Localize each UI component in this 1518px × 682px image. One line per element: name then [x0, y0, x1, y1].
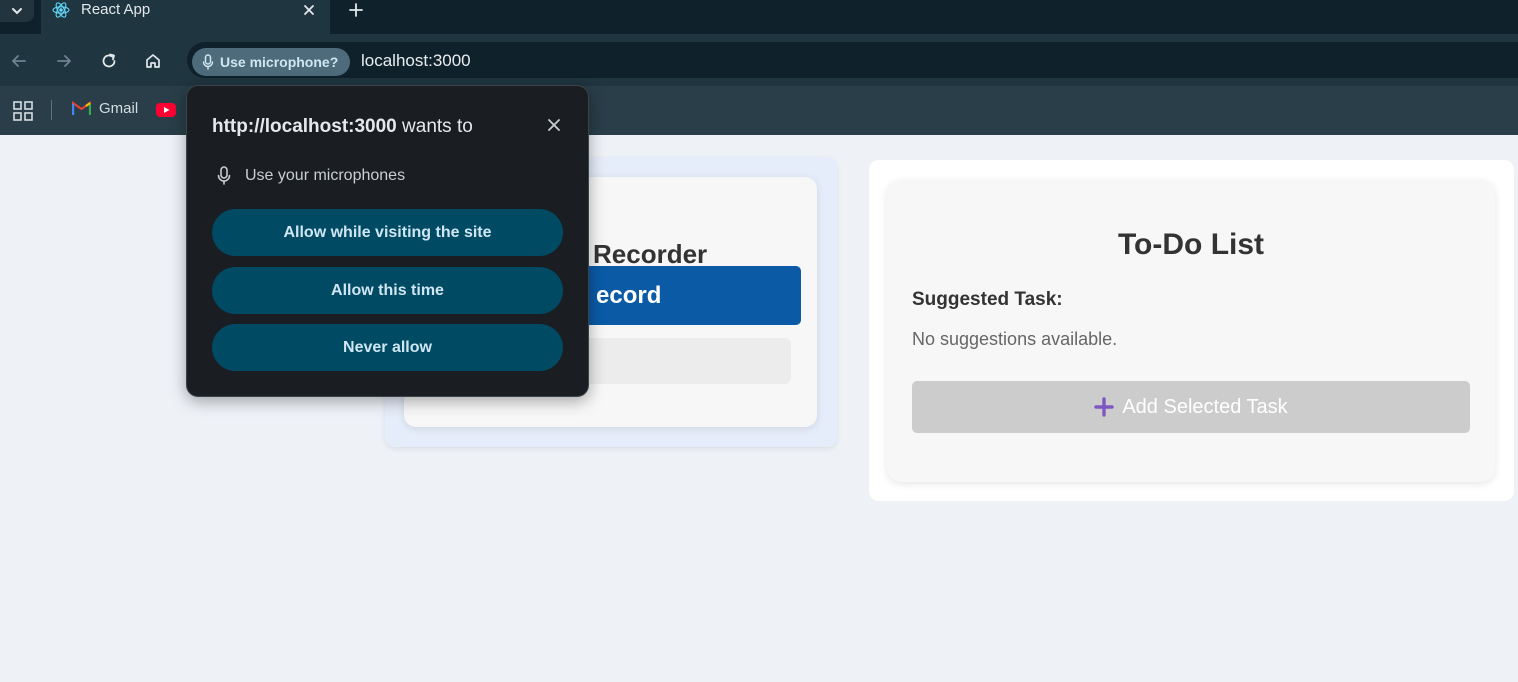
tab-close-icon[interactable] [299, 0, 319, 20]
tab-search-button[interactable] [0, 0, 34, 22]
bookmark-label: Gmail [99, 100, 139, 117]
forward-button[interactable] [51, 48, 77, 74]
popup-permission-label: Use your microphones [245, 166, 406, 184]
tab-react-app[interactable]: React App [41, 0, 330, 34]
microphone-permission-popup: http://localhost:3000 wants to Use your … [186, 85, 589, 397]
youtube-icon[interactable] [156, 102, 178, 118]
reload-button[interactable] [96, 48, 122, 74]
todo-panel: To-Do List Suggested Task: No suggestion… [869, 160, 1514, 501]
popup-origin: http://localhost:3000 [212, 116, 397, 137]
todo-card: To-Do List Suggested Task: No suggestion… [887, 180, 1495, 482]
apps-grid-icon[interactable] [12, 100, 34, 122]
react-icon [52, 2, 70, 18]
chevron-down-icon [12, 8, 22, 15]
arrow-right-icon [57, 55, 71, 67]
microphone-icon [217, 166, 231, 185]
new-tab-button[interactable] [344, 0, 368, 20]
add-selected-task-label: Add Selected Task [1122, 395, 1288, 418]
microphone-icon [202, 54, 214, 70]
add-selected-task-button[interactable]: Add Selected Task [912, 381, 1470, 433]
popup-title-suffix: wants to [396, 116, 473, 137]
browser-toolbar: Use microphone? localhost:3000 [0, 34, 1518, 86]
reload-icon [102, 53, 116, 68]
allow-while-visiting-button[interactable]: Allow while visiting the site [212, 209, 563, 256]
allow-this-time-button[interactable]: Allow this time [212, 267, 563, 314]
microphone-permission-chip[interactable]: Use microphone? [192, 48, 350, 76]
home-button[interactable] [140, 48, 166, 74]
suggested-task-heading: Suggested Task: [912, 289, 1063, 310]
todo-title: To-Do List [1117, 228, 1265, 261]
address-bar[interactable]: Use microphone? localhost:3000 [187, 42, 1518, 78]
no-suggestions-message: No suggestions available. [912, 329, 1118, 349]
permission-chip-label: Use microphone? [220, 54, 339, 70]
popup-title: http://localhost:3000 wants to [212, 116, 473, 138]
popup-permission-row: Use your microphones [217, 166, 405, 185]
close-icon[interactable] [543, 114, 565, 136]
gmail-icon [72, 101, 91, 115]
arrow-left-icon [12, 55, 26, 67]
home-icon [146, 54, 160, 68]
bookmark-gmail[interactable]: Gmail [72, 100, 138, 117]
url-text[interactable]: localhost:3000 [361, 51, 471, 71]
plus-icon [1094, 397, 1115, 417]
back-button[interactable] [6, 48, 32, 74]
never-allow-button[interactable]: Never allow [212, 324, 563, 371]
tab-strip: React App [0, 0, 1518, 34]
plus-icon [349, 3, 363, 17]
bookmark-divider [51, 100, 52, 120]
tab-title: React App [81, 1, 151, 18]
